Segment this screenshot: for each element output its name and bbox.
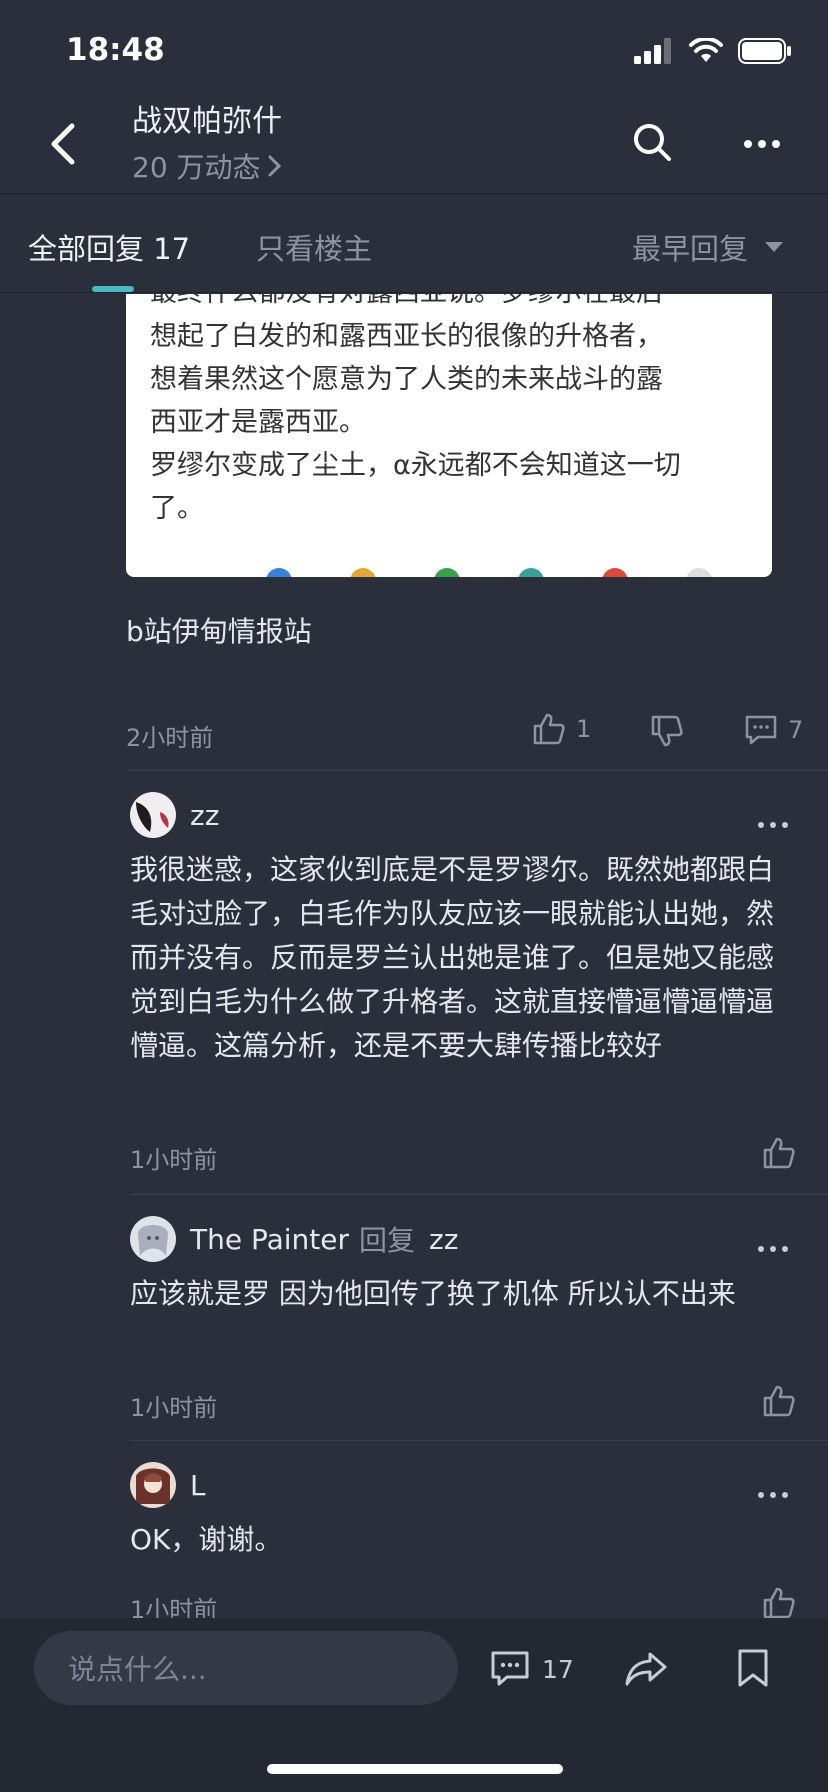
page-title[interactable]: 战双帕弥什 <box>132 96 282 140</box>
comment-header: zz <box>130 792 219 838</box>
signal-icon <box>634 38 671 64</box>
post-image-text: 最终什么都没有对露西亚说。罗缪尔在最后 想起了白发的和露西亚长的很像的升格者， … <box>150 294 750 530</box>
post-like-button[interactable]: 1 <box>532 712 591 746</box>
status-icons <box>634 38 792 64</box>
tab-op-only[interactable]: 只看楼主 <box>256 226 372 268</box>
tabs-divider <box>0 292 828 293</box>
divider <box>130 1194 828 1195</box>
comment-icon <box>745 715 777 745</box>
username[interactable]: The Painter <box>190 1223 349 1256</box>
post-image[interactable]: 最终什么都没有对露西亚说。罗缪尔在最后 想起了白发的和露西亚长的很像的升格者， … <box>126 294 772 577</box>
header-subtitle[interactable]: 20 万动态 <box>132 146 283 186</box>
comment-text: 我很迷惑，这家伙到底是不是罗谬尔。既然她都跟白毛对过脸了，白毛作为队友应该一眼就… <box>130 853 775 1062</box>
thumb-up-icon <box>533 713 565 745</box>
battery-icon <box>738 38 791 64</box>
caret-down-icon <box>765 242 784 252</box>
username[interactable]: L <box>190 1469 206 1502</box>
comment-input[interactable]: 说点什么... <box>34 1631 458 1705</box>
avatar[interactable] <box>130 792 176 838</box>
thumb-up-icon[interactable] <box>762 1384 796 1418</box>
more-icon[interactable] <box>744 140 780 148</box>
bottom-comment-button[interactable]: 17 <box>490 1650 574 1688</box>
reply-to-username[interactable]: zz <box>429 1223 458 1256</box>
sort-dropdown[interactable]: 最早回复 <box>632 226 784 268</box>
comment-icon <box>491 1651 529 1686</box>
avatar-image <box>136 802 169 832</box>
card-line: 罗缪尔变成了尘土，α永远都不会知道这一切 <box>150 450 681 481</box>
divider <box>130 1440 828 1441</box>
avatar[interactable] <box>130 1462 176 1508</box>
search-icon[interactable] <box>632 122 672 162</box>
comment-more-icon[interactable] <box>758 1492 788 1498</box>
card-line: 了。 <box>150 493 204 524</box>
divider <box>126 770 828 771</box>
card-line: 想起了白发的和露西亚长的很像的升格者， <box>150 321 663 352</box>
comment-the-painter-header: The Painter 回复 zz <box>130 1216 458 1262</box>
share-icon[interactable] <box>624 1650 668 1688</box>
post-time: 2小时前 <box>126 724 214 752</box>
home-indicator <box>267 1764 563 1774</box>
card-line: 西亚才是露西亚。 <box>150 407 366 438</box>
wifi-icon <box>689 38 723 62</box>
back-icon[interactable] <box>44 122 84 166</box>
post-comment-count: 7 <box>788 716 804 744</box>
status-time: 18:48 <box>66 32 165 68</box>
post-comment-button[interactable]: 7 <box>744 714 803 746</box>
reply-label: 回复 <box>359 1224 416 1257</box>
thumb-down-icon[interactable] <box>650 714 684 748</box>
card-line: 最终什么都没有对露西亚说。罗缪尔在最后 <box>150 294 750 315</box>
comment-more-icon[interactable] <box>758 1246 788 1252</box>
header-divider <box>0 193 828 194</box>
bottom-comment-count: 17 <box>542 1654 574 1684</box>
tab-all-count: 17 <box>153 232 191 266</box>
dynamic-count: 20 万动态 <box>132 151 261 184</box>
post-like-count: 1 <box>576 715 592 743</box>
username[interactable]: zz <box>190 799 219 832</box>
comment-l-header: L <box>130 1462 206 1508</box>
comment-more-icon[interactable] <box>758 822 788 828</box>
card-line: 想着果然这个愿意为了人类的未来战斗的露 <box>150 364 663 395</box>
thumb-up-icon[interactable] <box>762 1136 796 1170</box>
tab-all-replies[interactable]: 全部回复 17 <box>28 226 190 268</box>
comment-text: OK，谢谢。 <box>130 1523 283 1556</box>
tab-all-label: 全部回复 <box>28 232 145 266</box>
comment-time: 1小时前 <box>130 1146 218 1174</box>
comment-zz: zz <box>130 792 219 838</box>
comment-time: 1小时前 <box>130 1394 218 1422</box>
bookmark-icon[interactable] <box>736 1648 770 1688</box>
avatar-image <box>136 1468 170 1504</box>
post-caption: b站伊甸情报站 <box>126 615 312 648</box>
avatar[interactable] <box>130 1216 176 1262</box>
thumb-up-icon[interactable] <box>762 1586 796 1620</box>
comment-text: 应该就是罗 因为他回传了换了机体 所以认不出来 <box>130 1277 736 1310</box>
card-color-dots <box>266 568 712 577</box>
sort-label: 最早回复 <box>632 232 749 266</box>
avatar-image <box>138 1225 168 1256</box>
chevron-right-icon <box>268 155 281 177</box>
